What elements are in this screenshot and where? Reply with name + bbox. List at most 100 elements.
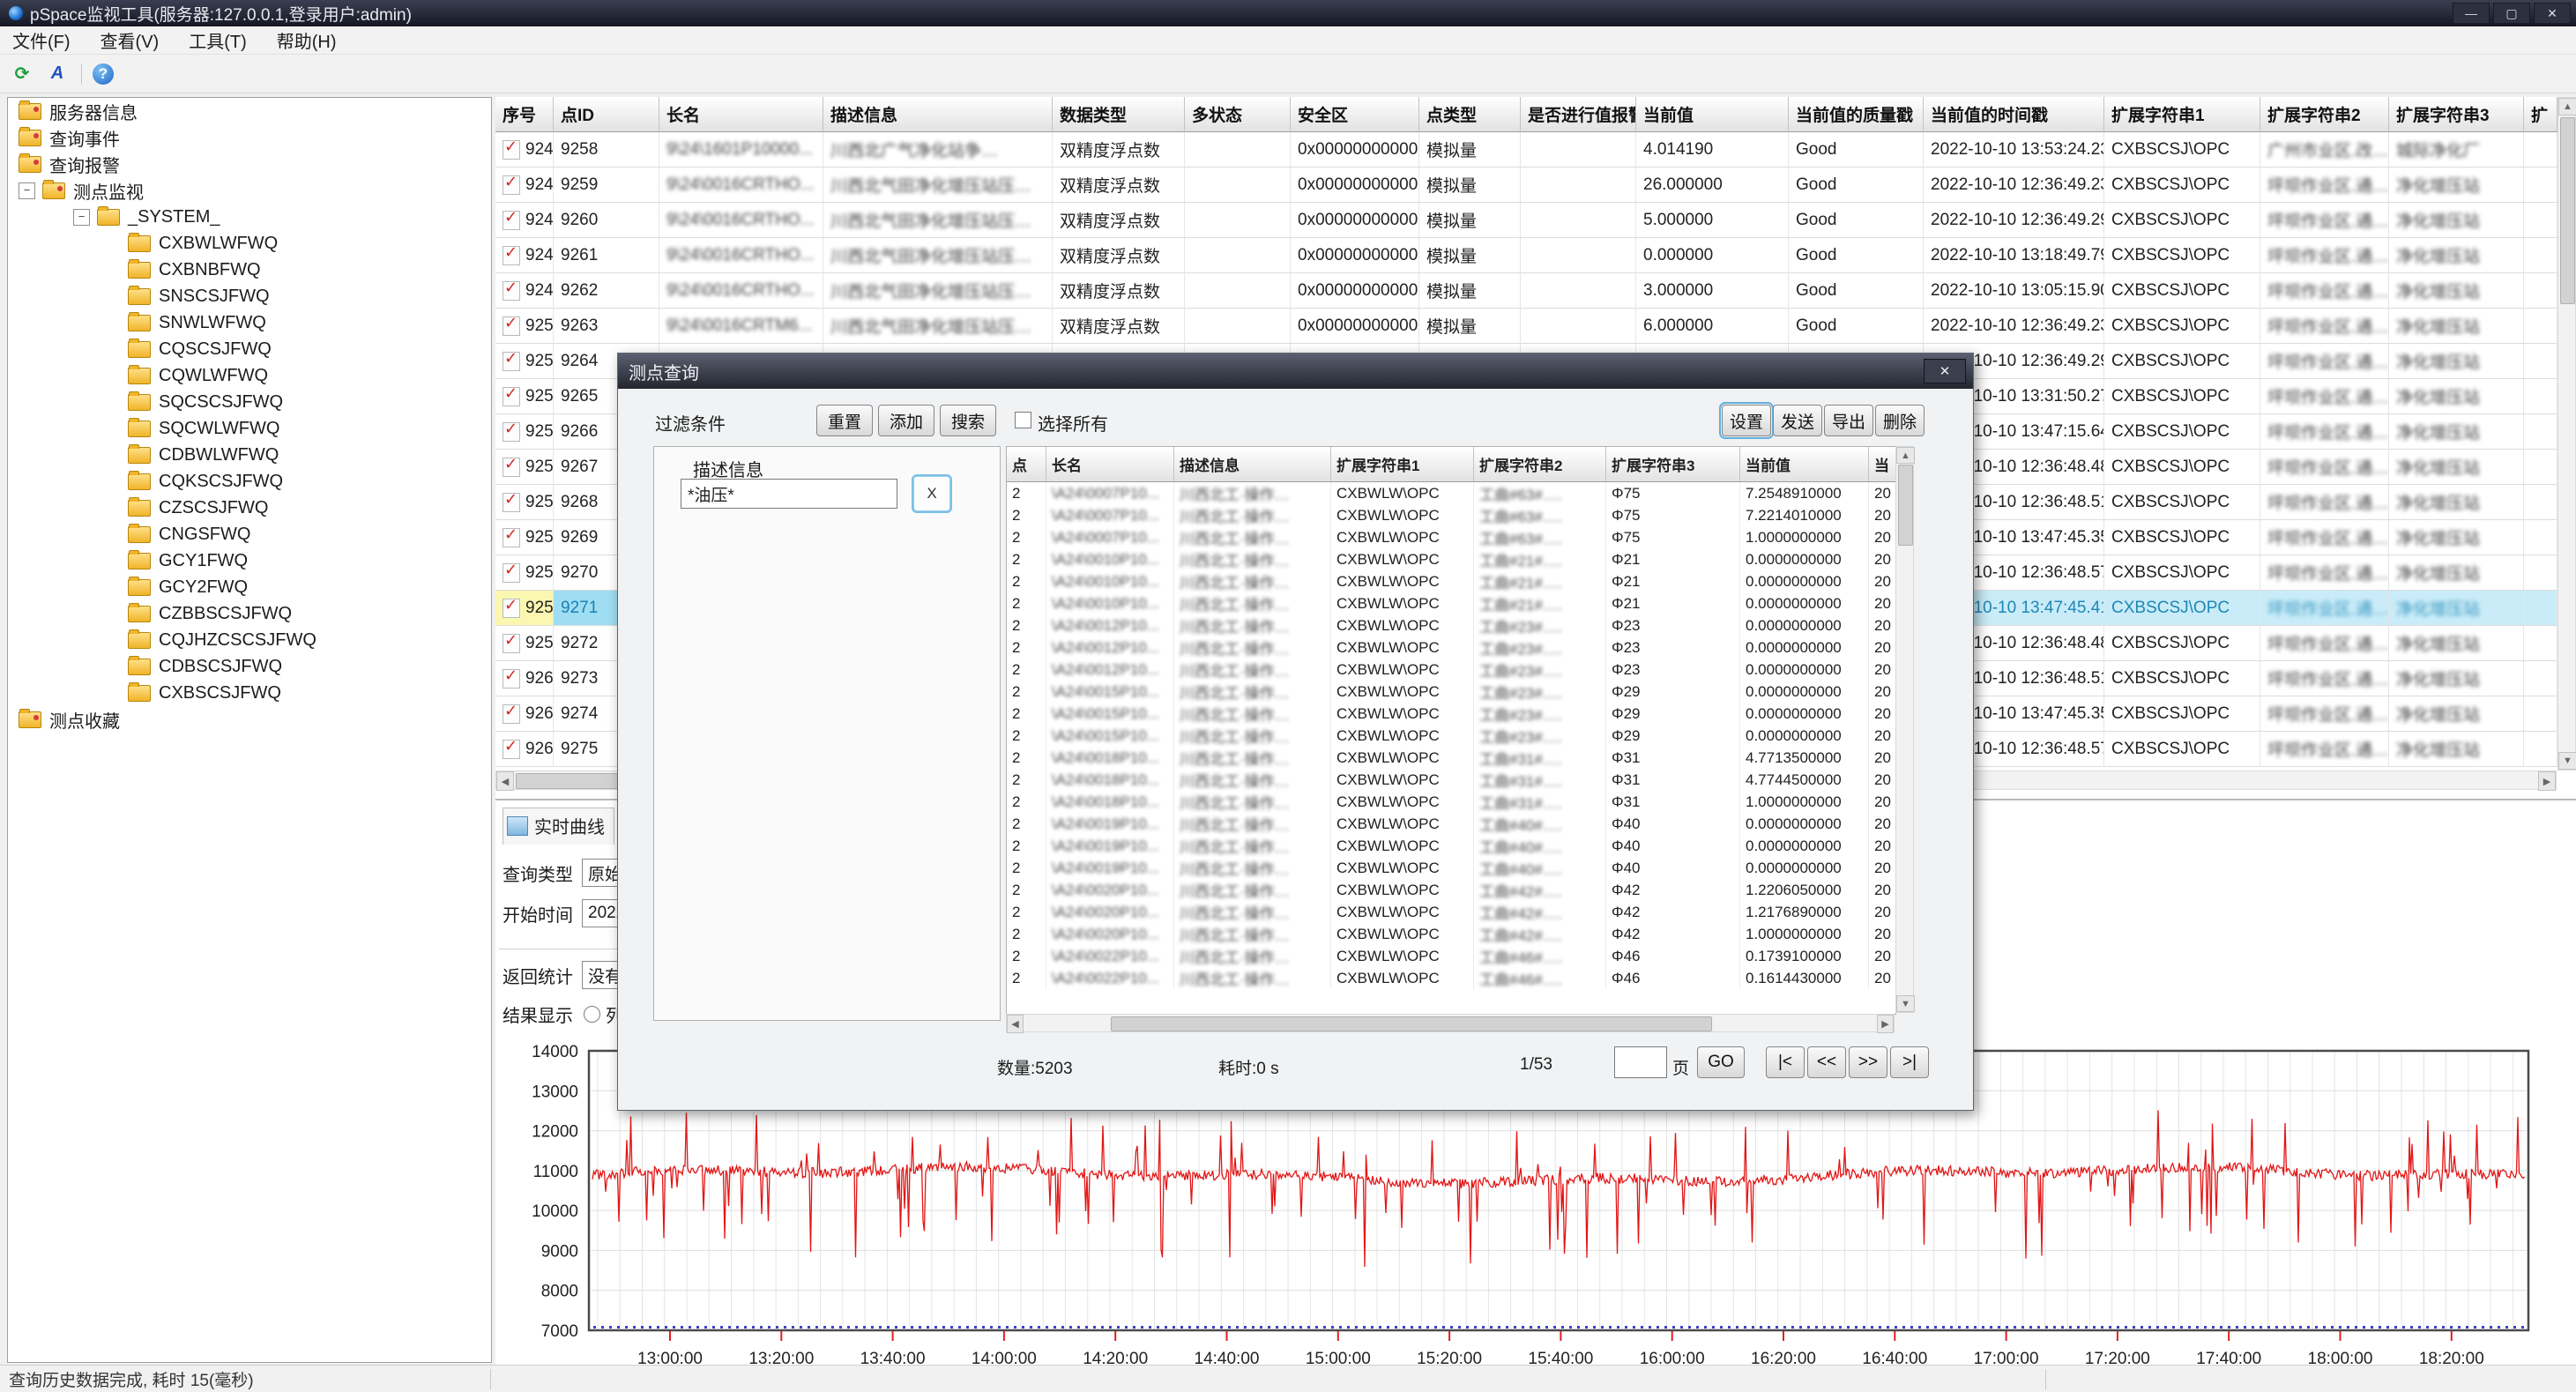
column-header-10[interactable]: 当前值的质量戳 <box>1789 97 1924 132</box>
result-row[interactable]: 2\A24\0010P10...川西北工·操作…CXBWLW\OPC工曲#21#… <box>1007 548 1895 570</box>
tree-item-GCY1FWQ[interactable]: GCY1FWQ <box>8 547 491 574</box>
results-vertical-scrollbar[interactable]: ▲ ▼ <box>1895 446 1914 1013</box>
result-column-header-0[interactable]: 点 <box>1007 447 1046 482</box>
result-row[interactable]: 2\A24\0019P10...川西北工·操作…CXBWLW\OPC工曲#40#… <box>1007 813 1895 835</box>
tree-item-GCY2FWQ[interactable]: GCY2FWQ <box>8 574 491 600</box>
dialog-button-添加[interactable]: 添加 <box>878 405 934 436</box>
scroll-down-icon[interactable]: ▼ <box>1896 995 1915 1012</box>
column-header-3[interactable]: 描述信息 <box>823 97 1053 132</box>
tree-item-查询事件[interactable]: 查询事件 <box>8 124 491 151</box>
dialog-titlebar[interactable]: 测点查询 ✕ <box>618 354 1973 389</box>
menu-item-查[interactable]: 查看(V) <box>101 27 160 53</box>
column-header-1[interactable]: 点ID <box>554 97 659 132</box>
tree-item-CQSCSJFWQ[interactable]: CQSCSJFWQ <box>8 336 491 362</box>
dialog-button-设置[interactable]: 设置 <box>1722 405 1771 436</box>
result-column-header-6[interactable]: 当前值 <box>1740 447 1869 482</box>
tree-item-服务器信息[interactable]: 服务器信息 <box>8 98 491 124</box>
scroll-thumb[interactable] <box>1898 465 1913 546</box>
scroll-thumb[interactable] <box>2560 117 2575 304</box>
scroll-left-icon[interactable]: ◀ <box>496 771 514 791</box>
column-header-13[interactable]: 扩展字符串2 <box>2260 97 2389 132</box>
alarm-icon[interactable]: A <box>46 63 69 86</box>
dialog-button-删除[interactable]: 删除 <box>1875 405 1925 436</box>
go-button[interactable]: GO <box>1697 1046 1745 1078</box>
dialog-button-发送[interactable]: 发送 <box>1773 405 1822 436</box>
result-row[interactable]: 2\A24\0012P10...川西北工·操作…CXBWLW\OPC工曲#23#… <box>1007 659 1895 681</box>
tree-item-CXBNBFWQ[interactable]: CXBNBFWQ <box>8 257 491 283</box>
first-page-button[interactable]: |< <box>1766 1046 1805 1078</box>
result-row[interactable]: 2\A24\0012P10...川西北工·操作…CXBWLW\OPC工曲#23#… <box>1007 614 1895 636</box>
column-header-8[interactable]: 是否进行值报警 <box>1521 97 1636 132</box>
last-page-button[interactable]: >| <box>1890 1046 1929 1078</box>
table-row[interactable]: ✓924592589\24\1601P10000...川西北广气净化站争…双精度… <box>495 132 2557 167</box>
dialog-button-导出[interactable]: 导出 <box>1824 405 1873 436</box>
result-row[interactable]: 2\A24\0019P10...川西北工·操作…CXBWLW\OPC工曲#40#… <box>1007 835 1895 857</box>
collapse-icon[interactable]: − <box>73 209 90 226</box>
table-row[interactable]: ✓924992629\24\0016CRTHO...川西北气田净化增压站压…双精… <box>495 273 2557 309</box>
result-row[interactable]: 2\A24\0020P10...川西北工·操作…CXBWLW\OPC工曲#42#… <box>1007 901 1895 923</box>
tree-item-CDBSCSJFWQ[interactable]: CDBSCSJFWQ <box>8 653 491 680</box>
menu-item-文[interactable]: 文件(F) <box>12 27 71 53</box>
tree-item-SQCSCSJFWQ[interactable]: SQCSCSJFWQ <box>8 389 491 415</box>
tree-item-SQCWLWFWQ[interactable]: SQCWLWFWQ <box>8 415 491 442</box>
dialog-button-搜索[interactable]: 搜索 <box>940 405 996 436</box>
column-header-7[interactable]: 点类型 <box>1419 97 1521 132</box>
minimize-button[interactable]: — <box>2453 3 2490 24</box>
result-row[interactable]: 2\A24\0015P10...川西北工·操作…CXBWLW\OPC工曲#23#… <box>1007 681 1895 703</box>
scroll-up-icon[interactable]: ▲ <box>2558 98 2576 115</box>
result-row[interactable]: 2\A24\0010P10...川西北工·操作…CXBWLW\OPC工曲#21#… <box>1007 570 1895 592</box>
select-all-checkbox[interactable] <box>1015 412 1031 428</box>
table-row[interactable]: ✓924892619\24\0016CRTHO...川西北气田净化增压站压…双精… <box>495 238 2557 273</box>
table-row[interactable]: ✓924792609\24\0016CRTHO...川西北气田净化增压站压…双精… <box>495 203 2557 238</box>
result-column-header-1[interactable]: 长名 <box>1046 447 1174 482</box>
column-header-14[interactable]: 扩展字符串3 <box>2389 97 2524 132</box>
column-header-11[interactable]: 当前值的时间戳 <box>1924 97 2104 132</box>
column-header-4[interactable]: 数据类型 <box>1053 97 1185 132</box>
result-column-header-7[interactable]: 当 <box>1869 447 1896 482</box>
column-header-15[interactable]: 扩 <box>2524 97 2557 132</box>
result-row[interactable]: 2\A24\0020P10...川西北工·操作…CXBWLW\OPC工曲#42#… <box>1007 923 1895 945</box>
column-header-5[interactable]: 多状态 <box>1185 97 1291 132</box>
result-row[interactable]: 2\A24\0022P10...川西北工·操作…CXBWLW\OPC工曲#46#… <box>1007 945 1895 967</box>
tree-item-CQJHZCSCSJFWQ[interactable]: CQJHZCSCSJFWQ <box>8 627 491 653</box>
clear-filter-button[interactable]: X <box>913 476 950 511</box>
help-icon[interactable]: ? <box>93 63 114 85</box>
tree-item-CDBWLWFWQ[interactable]: CDBWLWFWQ <box>8 442 491 468</box>
result-row[interactable]: 2\A24\0007P10...川西北工·操作…CXBWLW\OPC工曲#63#… <box>1007 526 1895 548</box>
maximize-button[interactable]: ▢ <box>2493 3 2530 24</box>
refresh-icon[interactable]: ⟳ <box>11 63 34 86</box>
menu-item-工[interactable]: 工具(T) <box>189 27 247 53</box>
scroll-left-icon[interactable]: ◀ <box>1007 1015 1024 1033</box>
result-row[interactable]: 2\A24\0020P10...川西北工·操作…CXBWLW\OPC工曲#42#… <box>1007 879 1895 901</box>
result-row[interactable]: 2\A24\0022P10...川西北工·操作…CXBWLW\OPC工曲#46#… <box>1007 967 1895 989</box>
result-column-header-5[interactable]: 扩展字符串3 <box>1606 447 1740 482</box>
scroll-up-icon[interactable]: ▲ <box>1896 447 1915 464</box>
scroll-thumb[interactable] <box>1111 1016 1712 1031</box>
tree-item-CNGSFWQ[interactable]: CNGSFWQ <box>8 521 491 547</box>
scroll-right-icon[interactable]: ▶ <box>2538 771 2556 791</box>
tree-item-CZBBSCSJFWQ[interactable]: CZBBSCSJFWQ <box>8 600 491 627</box>
tree-item-system[interactable]: −_SYSTEM_ <box>8 204 491 230</box>
column-header-12[interactable]: 扩展字符串1 <box>2104 97 2260 132</box>
result-column-header-4[interactable]: 扩展字符串2 <box>1474 447 1606 482</box>
scroll-right-icon[interactable]: ▶ <box>1877 1015 1894 1033</box>
result-row[interactable]: 2\A24\0007P10...川西北工·操作…CXBWLW\OPC工曲#63#… <box>1007 482 1895 504</box>
menu-item-帮[interactable]: 帮助(H) <box>277 27 337 53</box>
result-row[interactable]: 2\A24\0015P10...川西北工·操作…CXBWLW\OPC工曲#23#… <box>1007 703 1895 725</box>
tree-item-查询报警[interactable]: 查询报警 <box>8 151 491 177</box>
tree-item-CXBWLWFWQ[interactable]: CXBWLWFWQ <box>8 230 491 257</box>
column-header-9[interactable]: 当前值 <box>1636 97 1789 132</box>
result-row[interactable]: 2\A24\0018P10...川西北工·操作…CXBWLW\OPC工曲#31#… <box>1007 769 1895 791</box>
next-page-button[interactable]: >> <box>1849 1046 1887 1078</box>
tree-item-测点收藏[interactable]: 测点收藏 <box>8 706 491 733</box>
result-row[interactable]: 2\A24\0018P10...川西北工·操作…CXBWLW\OPC工曲#31#… <box>1007 791 1895 813</box>
result-row[interactable]: 2\A24\0019P10...川西北工·操作…CXBWLW\OPC工曲#40#… <box>1007 857 1895 879</box>
result-column-header-2[interactable]: 描述信息 <box>1174 447 1331 482</box>
tree-item-SNSCSJFWQ[interactable]: SNSCSJFWQ <box>8 283 491 309</box>
result-row[interactable]: 2\A24\0007P10...川西北工·操作…CXBWLW\OPC工曲#63#… <box>1007 504 1895 526</box>
prev-page-button[interactable]: << <box>1807 1046 1846 1078</box>
result-row[interactable]: 2\A24\0018P10...川西北工·操作…CXBWLW\OPC工曲#31#… <box>1007 747 1895 769</box>
tree-item-CQKSCSJFWQ[interactable]: CQKSCSJFWQ <box>8 468 491 495</box>
result-row[interactable]: 2\A24\0010P10...川西北工·操作…CXBWLW\OPC工曲#21#… <box>1007 592 1895 614</box>
close-button[interactable]: ✕ <box>2534 3 2571 24</box>
